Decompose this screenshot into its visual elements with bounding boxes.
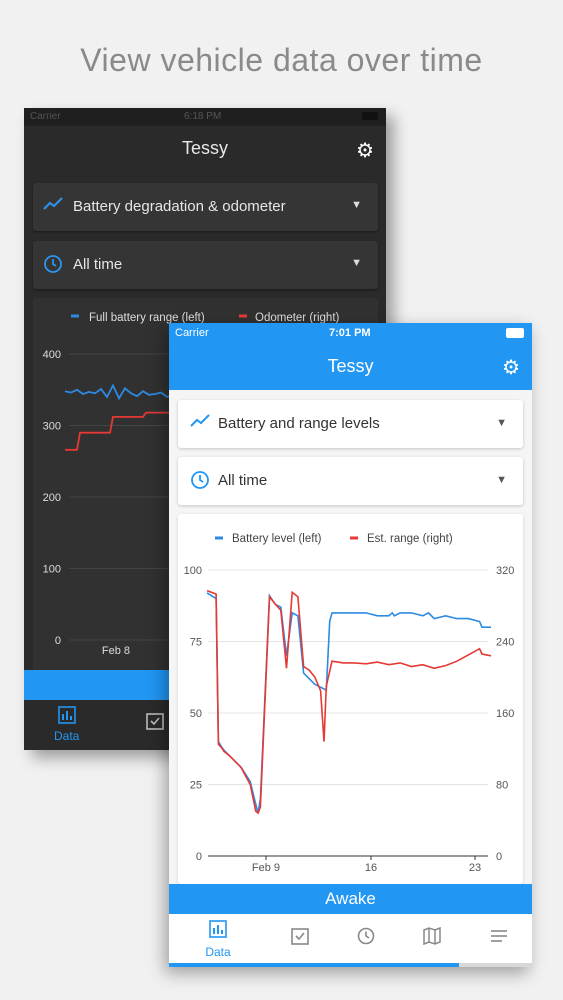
front-y-right-tick-label: 240 <box>496 637 514 649</box>
front-clock-tab-icon <box>357 927 375 945</box>
front-y-right-tick-label: 0 <box>496 851 502 863</box>
back-chart-bars-icon <box>54 706 79 729</box>
front-line-chart: Battery level (left) Est. range (right) … <box>184 533 515 874</box>
front-chart-bars-icon <box>209 920 227 938</box>
back-range-select[interactable]: All time ▼ <box>33 241 378 289</box>
front-y-left-tick-label: 25 <box>190 780 202 792</box>
back-x-tick-label: Feb 8 <box>102 645 130 657</box>
back-status-bar: Carrier 6:18 PM <box>24 108 386 126</box>
front-y-left-tick-label: 50 <box>190 708 202 720</box>
front-chart-card: Battery level (left) Est. range (right) … <box>178 514 523 884</box>
back-battery-icon <box>362 112 378 120</box>
back-y-tick-label: 0 <box>55 635 61 647</box>
front-y-right-tick-label: 80 <box>496 780 508 792</box>
front-tab-data[interactable]: Data <box>198 920 238 959</box>
back-app-title: Tessy <box>181 138 228 158</box>
front-app-title: Tessy <box>327 356 374 376</box>
front-y-right-tick-label: 160 <box>496 708 514 720</box>
front-x-tick-label: 16 <box>365 862 377 874</box>
front-x-tick-label: 23 <box>469 862 481 874</box>
back-y-tick-label: 100 <box>43 564 61 576</box>
front-range-label: All time <box>218 472 268 489</box>
back-range-label: All time <box>73 256 123 273</box>
front-tab-data-label: Data <box>205 945 231 959</box>
front-chevron-down-icon: ▼ <box>496 417 507 429</box>
back-clock-icon <box>43 254 63 279</box>
front-scroll-progress <box>169 963 532 967</box>
front-tab-bar: Data <box>169 914 532 963</box>
back-tab-tasks[interactable] <box>146 712 164 733</box>
front-y-left-tick-label: 0 <box>196 851 202 863</box>
back-carrier: Carrier <box>30 111 61 122</box>
headline: View vehicle data over time <box>80 42 483 78</box>
front-y-right-tick-label: 320 <box>496 565 514 577</box>
front-metric-select[interactable]: Battery and range levels ▼ <box>178 400 523 448</box>
back-chevron-down-icon: ▼ <box>351 257 362 269</box>
front-x-tick-label: Feb 9 <box>252 862 280 874</box>
front-clock-icon <box>190 470 210 495</box>
front-carrier: Carrier <box>175 327 209 339</box>
front-legend-left: Battery level (left) <box>232 533 322 545</box>
front-tab-map[interactable] <box>412 926 452 951</box>
front-y-left-tick-label: 75 <box>190 637 202 649</box>
back-chevron-down-icon: ▼ <box>351 199 362 211</box>
front-metric-label: Battery and range levels <box>218 415 380 432</box>
back-gear-icon[interactable]: ⚙ <box>356 138 374 163</box>
front-clock: 7:01 PM <box>329 327 371 339</box>
front-gear-icon[interactable]: ⚙ <box>502 355 520 380</box>
front-y-left-tick-label: 100 <box>184 565 202 577</box>
front-checkbox-icon <box>291 928 309 945</box>
back-y-tick-label: 400 <box>43 349 61 361</box>
back-y-tick-label: 200 <box>43 492 61 504</box>
front-range-select[interactable]: All time ▼ <box>178 457 523 505</box>
front-scroll-progress-fill <box>169 963 460 967</box>
back-metric-label: Battery degradation & odometer <box>73 198 286 215</box>
front-trend-icon <box>190 413 210 434</box>
front-awake-bar[interactable]: Awake <box>169 884 532 914</box>
front-tab-tasks[interactable] <box>280 927 320 951</box>
back-tab-data[interactable]: Data <box>54 706 79 743</box>
front-menu-lines-icon <box>491 930 507 942</box>
front-legend-right: Est. range (right) <box>367 533 453 545</box>
front-status-bar: Carrier 7:01 PM <box>169 323 532 345</box>
front-tab-menu[interactable] <box>479 927 519 951</box>
back-checkbox-icon <box>146 713 164 730</box>
back-clock: 6:18 PM <box>184 111 222 122</box>
front-battery-icon <box>506 328 524 338</box>
front-series-battery-level <box>206 592 491 814</box>
front-tab-history[interactable] <box>346 927 386 951</box>
back-metric-select[interactable]: Battery degradation & odometer ▼ <box>33 183 378 231</box>
front-phone-screen: Carrier 7:01 PM Tessy ⚙ Battery and rang… <box>169 323 532 967</box>
front-app-header: Tessy ⚙ <box>169 345 532 390</box>
back-trend-icon <box>43 196 63 217</box>
back-y-tick-label: 300 <box>43 421 61 433</box>
front-map-icon <box>423 926 441 946</box>
front-chevron-down-icon: ▼ <box>496 474 507 486</box>
back-tab-data-label: Data <box>54 729 80 743</box>
